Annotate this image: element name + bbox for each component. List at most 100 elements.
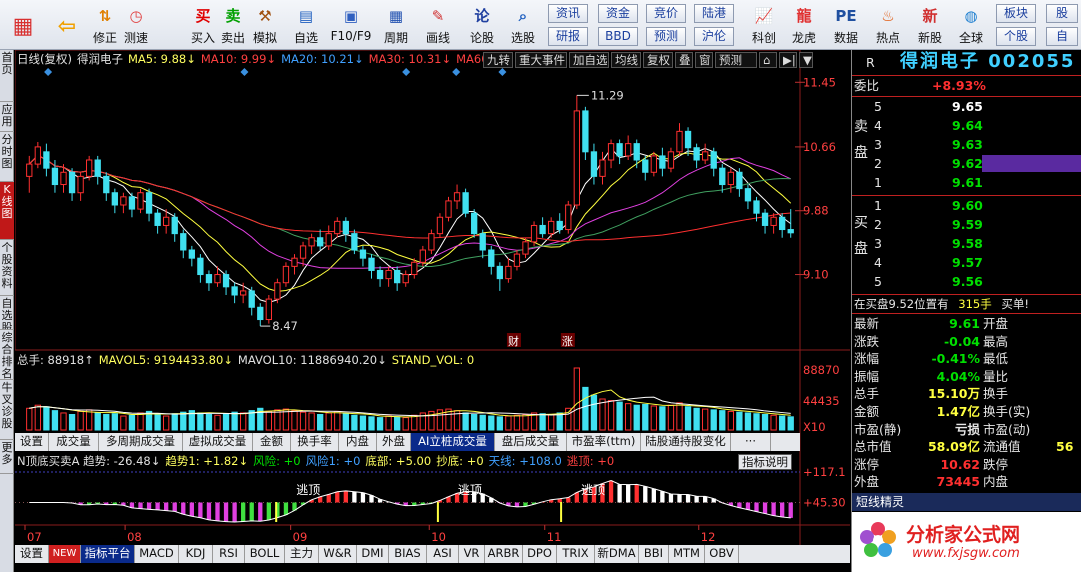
- tab-14[interactable]: ARBR: [485, 545, 523, 563]
- chart-top-button-6[interactable]: 叠: [675, 52, 693, 68]
- leftnav-item-3[interactable]: 分时图: [0, 132, 14, 182]
- tab-1[interactable]: 设置: [15, 545, 49, 563]
- chart-area[interactable]: 11.45 10.66 9.88 9.10 11.29 8.47 财 涨 88870 44435 X…: [15, 50, 850, 572]
- toolbar-button-3[interactable]: ⇅ 修正: [90, 3, 120, 47]
- chart-top-button-2[interactable]: 重大事件: [515, 52, 567, 68]
- toolbar-button-17[interactable]: ♨ 热点: [868, 3, 908, 47]
- toolbar-button-4[interactable]: ◷ 测速: [120, 3, 152, 47]
- tab-2[interactable]: NEW: [49, 545, 81, 563]
- quick-button-10[interactable]: 股: [1046, 4, 1078, 23]
- leftnav-item-1[interactable]: 首页: [0, 50, 14, 102]
- toolbar-button-15[interactable]: 龍龙虎: [784, 3, 824, 47]
- tab-12[interactable]: ASI: [427, 545, 459, 563]
- tab-18[interactable]: BBI: [639, 545, 669, 563]
- short-line-sprite-title[interactable]: 短线精灵: [852, 493, 1081, 511]
- tab-4[interactable]: MACD: [135, 545, 179, 563]
- quick-button-1[interactable]: 资讯: [548, 4, 588, 23]
- toolbar-button-13[interactable]: ⌕ 选股: [504, 3, 542, 47]
- toolbar-button-5[interactable]: 买买入: [188, 3, 218, 47]
- tab-5[interactable]: 金额: [253, 433, 291, 451]
- chart-top-button-1[interactable]: 九转: [483, 52, 513, 68]
- tab-16[interactable]: TRIX: [557, 545, 595, 563]
- volume-bar: [299, 411, 307, 431]
- quick-button-4[interactable]: 陆港: [694, 4, 734, 23]
- leftnav-item-2[interactable]: 应用: [0, 102, 14, 132]
- leftnav-item-4[interactable]: K线图: [0, 182, 14, 240]
- tab-3[interactable]: 多周期成交量: [99, 433, 183, 451]
- chart-top-button-8[interactable]: 预测: [715, 52, 757, 68]
- toolbar-button-12[interactable]: 论论股: [462, 3, 502, 47]
- tab-4[interactable]: 虚拟成交量: [183, 433, 253, 451]
- sell-price[interactable]: 9.64: [952, 117, 983, 135]
- buy-price[interactable]: 9.59: [952, 216, 983, 234]
- tab-11[interactable]: 市盈率(ttm): [567, 433, 641, 451]
- leftnav-item-5[interactable]: 个股资料: [0, 240, 14, 296]
- kline-chart[interactable]: 11.45 10.66 9.88 9.10 11.29 8.47 财 涨 88870 44435 X…: [15, 50, 850, 572]
- tab-5[interactable]: KDJ: [179, 545, 213, 563]
- toolbar-button-10[interactable]: ▦ 周期: [376, 3, 416, 47]
- chart-top-button-5[interactable]: 复权: [643, 52, 673, 68]
- quick-button-7[interactable]: 预测: [646, 27, 686, 46]
- quick-button-3[interactable]: 竞价: [646, 4, 686, 23]
- leftnav-item-8[interactable]: 牛叉诊股: [0, 380, 14, 440]
- quick-button-6[interactable]: BBD: [598, 27, 638, 46]
- tab-10[interactable]: 盘后成交量: [495, 433, 567, 451]
- buy-price[interactable]: 9.60: [952, 197, 983, 215]
- tab-6[interactable]: 换手率: [291, 433, 339, 451]
- quick-button-5[interactable]: 研报: [548, 27, 588, 46]
- candle-body: [308, 237, 315, 247]
- tab-13[interactable]: VR: [459, 545, 485, 563]
- sell-price[interactable]: 9.63: [952, 136, 983, 154]
- tab-6[interactable]: RSI: [213, 545, 245, 563]
- sell-price[interactable]: 9.65: [952, 98, 983, 116]
- chart-top-button-7[interactable]: 窗: [695, 52, 713, 68]
- quick-button-2[interactable]: 资金: [598, 4, 638, 23]
- tab-3[interactable]: 指标平台: [81, 545, 135, 563]
- chart-top-button-10[interactable]: ▶|: [779, 52, 797, 68]
- chart-top-button-11[interactable]: ▼: [799, 52, 813, 68]
- tab-1[interactable]: 设置: [15, 433, 49, 451]
- sell-price[interactable]: 9.61: [952, 174, 983, 192]
- tab-9[interactable]: AI立桩成交量: [411, 433, 495, 451]
- tab-17[interactable]: 新DMA: [595, 545, 639, 563]
- toolbar-button-8[interactable]: ▤ 自选: [286, 3, 326, 47]
- toolbar-button-18[interactable]: 新新股: [910, 3, 950, 47]
- toolbar-button-16[interactable]: PE 数据: [826, 3, 866, 47]
- tab-19[interactable]: MTM: [669, 545, 705, 563]
- leftnav-item-9[interactable]: 更多: [0, 440, 14, 474]
- chart-top-button-3[interactable]: 加自选: [569, 52, 609, 68]
- buy-price[interactable]: 9.56: [952, 273, 983, 291]
- tab-13[interactable]: ···: [731, 433, 771, 451]
- tab-15[interactable]: DPO: [523, 545, 557, 563]
- toolbar-button-14[interactable]: 📈 科创: [746, 3, 782, 47]
- toolbar-button-9[interactable]: ▣ F10/F9: [328, 3, 374, 47]
- leftnav-item-7[interactable]: 综合排名: [0, 330, 14, 380]
- toolbar-button-6[interactable]: 卖卖出: [218, 3, 248, 47]
- quick-button-8[interactable]: 沪伦: [694, 27, 734, 46]
- tab-20[interactable]: OBV: [705, 545, 739, 563]
- buy-price[interactable]: 9.57: [952, 254, 983, 272]
- chart-top-button-9[interactable]: ⌂: [759, 52, 777, 68]
- chart-top-button-4[interactable]: 均线: [611, 52, 641, 68]
- tab-8[interactable]: 外盘: [377, 433, 411, 451]
- quick-button-11[interactable]: 个股: [996, 27, 1036, 46]
- tab-8[interactable]: 主力: [285, 545, 319, 563]
- indicator-help-button[interactable]: 指标说明: [738, 454, 792, 470]
- leftnav-item-6[interactable]: 自选股: [0, 296, 14, 330]
- tab-11[interactable]: BIAS: [389, 545, 427, 563]
- tab-7[interactable]: BOLL: [245, 545, 285, 563]
- tab-10[interactable]: DMI: [357, 545, 389, 563]
- buy-price[interactable]: 9.58: [952, 235, 983, 253]
- toolbar-button-11[interactable]: ✎ 画线: [418, 3, 458, 47]
- quick-button-9[interactable]: 板块: [996, 4, 1036, 23]
- tab-7[interactable]: 内盘: [339, 433, 377, 451]
- sell-price[interactable]: 9.62: [952, 155, 983, 173]
- toolbar-button-2[interactable]: ⇦: [48, 3, 86, 47]
- toolbar-button-7[interactable]: ⚒ 模拟: [248, 3, 282, 47]
- tab-2[interactable]: 成交量: [49, 433, 99, 451]
- toolbar-button-19[interactable]: ◍ 全球: [952, 3, 990, 47]
- toolbar-button-1[interactable]: ▦: [4, 3, 42, 47]
- tab-12[interactable]: 陆股通持股变化: [641, 433, 731, 451]
- tab-9[interactable]: W&R: [319, 545, 357, 563]
- quick-button-12[interactable]: 自: [1046, 27, 1078, 46]
